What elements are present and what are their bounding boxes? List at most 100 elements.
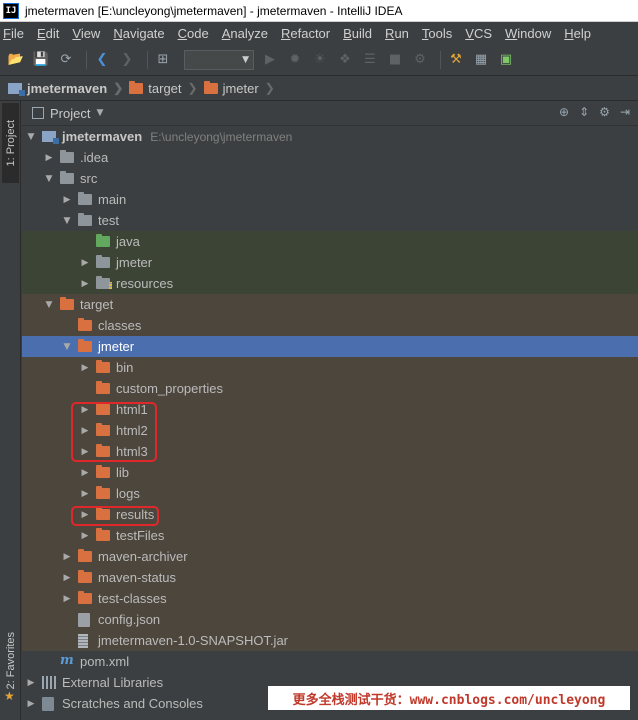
breadcrumb-label: target: [148, 80, 182, 96]
tree-item-label: custom_properties: [116, 381, 223, 396]
expand-arrow-right-icon[interactable]: ▶: [26, 699, 36, 709]
tree-item-name: Scratches and Consoles: [62, 696, 203, 711]
expand-arrow-down-icon[interactable]: ▼: [44, 174, 54, 184]
build-project-icon[interactable]: ⊞: [153, 50, 173, 70]
tree-item-jmetermaven-1-0-snapshot-jar[interactable]: jmetermaven-1.0-SNAPSHOT.jar: [22, 630, 638, 651]
expand-arrow-right-icon[interactable]: ▶: [80, 468, 90, 478]
tree-item-maven-status[interactable]: ▶ maven-status: [22, 567, 638, 588]
tree-item-test-classes[interactable]: ▶ test-classes: [22, 588, 638, 609]
tree-item-label: .idea: [80, 150, 108, 165]
chevron-down-icon[interactable]: ▼: [96, 108, 103, 118]
run-icon[interactable]: ▶: [260, 50, 280, 70]
expand-arrow-right-icon[interactable]: ▶: [44, 153, 54, 163]
expand-arrow-down-icon[interactable]: ▼: [62, 342, 72, 352]
attach-icon[interactable]: ⚙: [410, 50, 430, 70]
navigation-breadcrumb: jmetermaven ❯ target ❯ jmeter ❯: [0, 76, 638, 101]
tree-item-label: main: [98, 192, 126, 207]
menu-run[interactable]: Run: [385, 26, 409, 41]
menu-analyze[interactable]: Analyze: [222, 26, 268, 41]
forward-arrow-icon[interactable]: ❯: [117, 50, 137, 70]
debug-icon[interactable]: ✹: [285, 50, 305, 70]
expand-arrow-down-icon[interactable]: ▼: [44, 300, 54, 310]
tree-item-main[interactable]: ▶ main: [22, 189, 638, 210]
tree-item-logs[interactable]: ▶ logs: [22, 483, 638, 504]
expand-arrow-down-icon[interactable]: ▼: [26, 132, 36, 142]
expand-arrow-right-icon[interactable]: ▶: [80, 489, 90, 499]
expand-arrow-right-icon[interactable]: ▶: [80, 279, 90, 289]
run-configuration-select[interactable]: ▼: [184, 49, 254, 70]
structure-icon[interactable]: ▦: [471, 50, 491, 70]
save-all-icon[interactable]: 💾: [31, 50, 51, 70]
menu-edit[interactable]: Edit: [37, 26, 59, 41]
tree-item-jmeter[interactable]: ▶ jmeter: [22, 252, 638, 273]
tree-item-jmetermaven[interactable]: ▼ jmetermaven E:\uncleyong\jmetermaven: [22, 126, 638, 147]
menu-window[interactable]: Window: [505, 26, 551, 41]
gear-icon[interactable]: ⚙: [599, 105, 610, 119]
star-icon[interactable]: ★: [4, 689, 15, 703]
expand-arrow-right-icon[interactable]: ▶: [62, 573, 72, 583]
profile-icon[interactable]: ❖: [335, 50, 355, 70]
tree-item-custom-properties[interactable]: custom_properties: [22, 378, 638, 399]
back-arrow-icon[interactable]: ❮: [92, 50, 112, 70]
expand-arrow-right-icon[interactable]: ▶: [26, 678, 36, 688]
run-list-icon[interactable]: ☰: [360, 50, 380, 70]
tree-item-name: custom_properties: [116, 381, 223, 396]
menu-navigate[interactable]: Navigate: [113, 26, 164, 41]
collapse-all-icon[interactable]: ⇕: [579, 105, 589, 119]
tree-item-config-json[interactable]: config.json: [22, 609, 638, 630]
project-view-select[interactable]: Project: [50, 106, 90, 121]
tree-item-label: External Libraries: [62, 675, 163, 690]
tree-item-label: bin: [116, 360, 133, 375]
tree-item-test[interactable]: ▼ test: [22, 210, 638, 231]
open-folder-icon[interactable]: 📂: [6, 50, 26, 70]
menu-file[interactable]: File: [3, 26, 24, 41]
expand-arrow-right-icon[interactable]: ▶: [80, 363, 90, 373]
menu-build[interactable]: Build: [343, 26, 372, 41]
breadcrumb-item-target[interactable]: target ❯: [129, 80, 203, 96]
menu-vcs[interactable]: VCS: [465, 26, 492, 41]
menu-code[interactable]: Code: [178, 26, 209, 41]
tree-item-testfiles[interactable]: ▶ testFiles: [22, 525, 638, 546]
tree-item-classes[interactable]: classes: [22, 315, 638, 336]
tree-item-resources[interactable]: ▶ resources: [22, 273, 638, 294]
tree-item-src[interactable]: ▼ src: [22, 168, 638, 189]
tree-item-maven-archiver[interactable]: ▶ maven-archiver: [22, 546, 638, 567]
watermark-text: 更多全栈测试干货：www.cnblogs.com/uncleyong: [292, 692, 606, 708]
tree-item-idea[interactable]: ▶ .idea: [22, 147, 638, 168]
tree-item-target[interactable]: ▼ target: [22, 294, 638, 315]
highlight-box-html-folders: [71, 402, 157, 462]
module-icon: [8, 82, 25, 96]
sync-icon[interactable]: ⟳: [56, 50, 76, 70]
tree-item-lib[interactable]: ▶ lib: [22, 462, 638, 483]
menu-tools[interactable]: Tools: [422, 26, 452, 41]
tree-item-jmeter[interactable]: ▼ jmeter: [22, 336, 638, 357]
expand-arrow-right-icon[interactable]: ▶: [62, 195, 72, 205]
expand-arrow-right-icon[interactable]: ▶: [80, 531, 90, 541]
excluded-folder-icon: [96, 381, 110, 394]
project-structure-icon[interactable]: ⚒: [446, 50, 466, 70]
tree-item-java[interactable]: java: [22, 231, 638, 252]
coverage-icon[interactable]: ☀: [310, 50, 330, 70]
expand-arrow-right-icon[interactable]: ▶: [62, 552, 72, 562]
tree-item-name: src: [80, 171, 98, 186]
menu-help[interactable]: Help: [564, 26, 591, 41]
tree-item-bin[interactable]: ▶ bin: [22, 357, 638, 378]
locate-icon[interactable]: ⊕: [559, 105, 569, 119]
tree-item-label: test-classes: [98, 591, 167, 606]
tree-item-name: config.json: [98, 612, 161, 627]
expand-arrow-right-icon[interactable]: ▶: [80, 258, 90, 268]
expand-arrow-down-icon[interactable]: ▼: [62, 216, 72, 226]
tab-favorites-label: 2: Favorites: [4, 632, 17, 690]
stop-icon[interactable]: ■: [385, 50, 405, 70]
breadcrumb-item-jmeter[interactable]: jmeter ❯: [203, 80, 281, 96]
plugin-icon[interactable]: ▣: [496, 50, 516, 70]
menu-refactor[interactable]: Refactor: [281, 26, 330, 41]
tab-project[interactable]: 1: Project: [2, 103, 19, 183]
chevron-right-icon: ❯: [264, 81, 275, 95]
tree-item-pom-xml[interactable]: m pom.xml: [22, 651, 638, 672]
hide-icon[interactable]: ⇥: [620, 105, 630, 119]
chevron-down-icon: ▼: [242, 54, 249, 65]
menu-view[interactable]: View: [72, 26, 100, 41]
breadcrumb-item-jmetermaven[interactable]: jmetermaven ❯: [8, 81, 129, 96]
expand-arrow-right-icon[interactable]: ▶: [62, 594, 72, 604]
